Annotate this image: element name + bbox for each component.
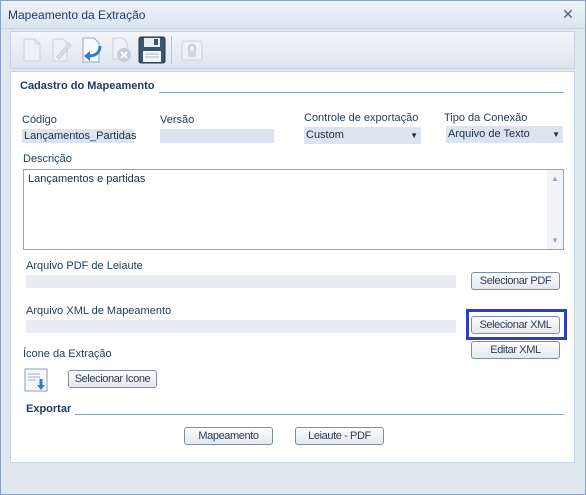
xml-path-field[interactable] bbox=[26, 320, 456, 333]
close-icon[interactable]: ✕ bbox=[561, 7, 575, 21]
codigo-field[interactable]: Lançamentos_Partidas bbox=[22, 129, 137, 143]
versao-label: Versão bbox=[160, 114, 195, 126]
descricao-label: Descrição bbox=[23, 153, 72, 165]
select-xml-button[interactable]: Selecionar XML bbox=[471, 316, 560, 334]
descricao-textarea[interactable]: Lançamentos e partidas ▲ ▼ bbox=[23, 169, 564, 250]
codigo-label: Código bbox=[22, 114, 57, 126]
edit-pencil-icon[interactable] bbox=[47, 35, 77, 65]
select-icon-button[interactable]: Selecionar Icone bbox=[68, 370, 157, 388]
delete-icon[interactable] bbox=[107, 35, 137, 65]
toolbar bbox=[10, 31, 575, 69]
mapeamento-button[interactable]: Mapeamento bbox=[184, 427, 273, 445]
save-floppy-icon[interactable] bbox=[137, 35, 167, 65]
controle-exportacao-select[interactable]: Custom ▼ bbox=[304, 127, 421, 144]
tipo-conexao-select[interactable]: Arquivo de Texto ▼ bbox=[446, 126, 563, 143]
controle-exportacao-value: Custom bbox=[306, 129, 344, 141]
lock-icon[interactable] bbox=[177, 35, 207, 65]
section-divider bbox=[75, 414, 564, 415]
scroll-up-icon[interactable]: ▲ bbox=[551, 174, 559, 183]
edit-xml-button[interactable]: Editar XML bbox=[471, 341, 560, 359]
form-panel: Cadastro do Mapeamento Código Lançamento… bbox=[10, 71, 575, 463]
xml-mapeamento-label: Arquivo XML de Mapeamento bbox=[26, 305, 172, 317]
tipo-conexao-label: Tipo da Conexão bbox=[444, 112, 528, 124]
status-bar bbox=[10, 466, 575, 490]
descricao-text: Lançamentos e partidas bbox=[28, 173, 146, 185]
chevron-down-icon[interactable]: ▼ bbox=[552, 126, 560, 143]
section-title-cadastro: Cadastro do Mapeamento bbox=[20, 80, 155, 92]
scroll-down-icon[interactable]: ▼ bbox=[551, 236, 559, 245]
new-document-icon[interactable] bbox=[17, 35, 47, 65]
vertical-scrollbar[interactable]: ▲ ▼ bbox=[547, 170, 563, 249]
toolbar-separator bbox=[171, 36, 172, 64]
controle-exportacao-label: Controle de exportação bbox=[304, 112, 419, 124]
chevron-down-icon[interactable]: ▼ bbox=[410, 127, 418, 144]
pdf-path-field[interactable] bbox=[26, 275, 456, 288]
window-title: Mapeamento da Extração bbox=[8, 8, 146, 22]
pdf-leiaute-label: Arquivo PDF de Leiaute bbox=[26, 260, 143, 272]
tipo-conexao-value: Arquivo de Texto bbox=[448, 128, 530, 140]
leiaute-pdf-button[interactable]: Leiaute - PDF bbox=[295, 427, 384, 445]
section-divider bbox=[159, 92, 564, 93]
select-pdf-button[interactable]: Selecionar PDF bbox=[471, 272, 560, 290]
versao-field[interactable] bbox=[160, 129, 274, 143]
section-title-exportar: Exportar bbox=[26, 403, 72, 415]
undo-arrow-icon[interactable] bbox=[77, 35, 107, 65]
icone-label: Ícone da Extração bbox=[23, 348, 112, 360]
extraction-icon bbox=[24, 368, 48, 392]
mapping-window: Mapeamento da Extração ✕ Cadastro do Map bbox=[0, 0, 586, 495]
title-bar[interactable]: Mapeamento da Extração ✕ bbox=[1, 1, 585, 29]
